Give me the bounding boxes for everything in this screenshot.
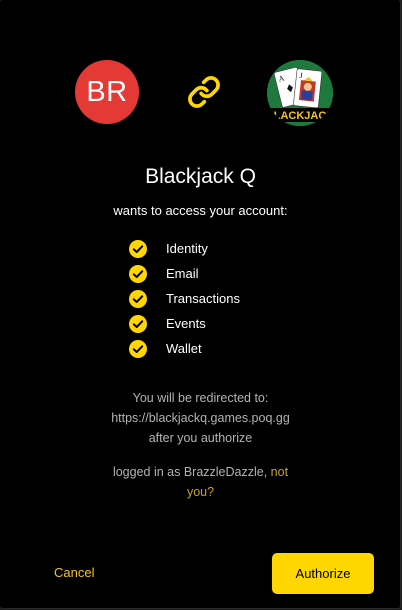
app-logo-text: BLACKJACK	[267, 110, 333, 122]
not-you-link[interactable]: not	[271, 465, 288, 479]
cancel-button[interactable]: Cancel	[54, 565, 94, 580]
redirect-intro: You will be redirected to:	[132, 391, 269, 405]
permission-label: Identity	[166, 241, 208, 256]
check-circle-icon	[129, 339, 147, 358]
permission-list: Identity Email Transactions Events Walle…	[129, 236, 240, 361]
permission-label: Wallet	[166, 341, 202, 356]
logged-in-text: logged in as BrazzleDazzle,	[112, 465, 268, 479]
permission-item: Events	[129, 311, 240, 336]
check-circle-icon	[129, 314, 147, 333]
redirect-url: https://blackjackq.games.poq.gg	[111, 411, 290, 425]
session-info: logged in as BrazzleDazzle, not you?	[0, 462, 401, 502]
permission-item: Identity	[129, 236, 240, 261]
redirect-outro: after you authorize	[148, 431, 253, 445]
app-logo: A J BLACKJACK	[267, 60, 333, 126]
check-circle-icon	[129, 289, 147, 308]
permission-label: Transactions	[166, 291, 240, 306]
request-subtitle: wants to access your account:	[113, 203, 288, 218]
link-icon	[188, 76, 220, 108]
user-avatar: BR	[75, 60, 139, 124]
redirect-notice: You will be redirected to: https://black…	[0, 388, 401, 448]
permission-item: Wallet	[129, 336, 240, 361]
permission-label: Email	[166, 266, 199, 281]
authorize-button[interactable]: Authorize	[272, 553, 374, 594]
user-initials: BR	[86, 75, 128, 108]
permission-item: Email	[129, 261, 240, 286]
app-title: Blackjack Q	[145, 165, 256, 188]
not-you-link-continued[interactable]: you?	[187, 485, 214, 499]
permission-item: Transactions	[129, 286, 240, 311]
check-circle-icon	[129, 264, 147, 283]
authorization-dialog: BR A J BLACKJACK Blackjack Q wants to ac…	[0, 0, 401, 609]
check-circle-icon	[129, 239, 147, 258]
permission-label: Events	[166, 316, 206, 331]
